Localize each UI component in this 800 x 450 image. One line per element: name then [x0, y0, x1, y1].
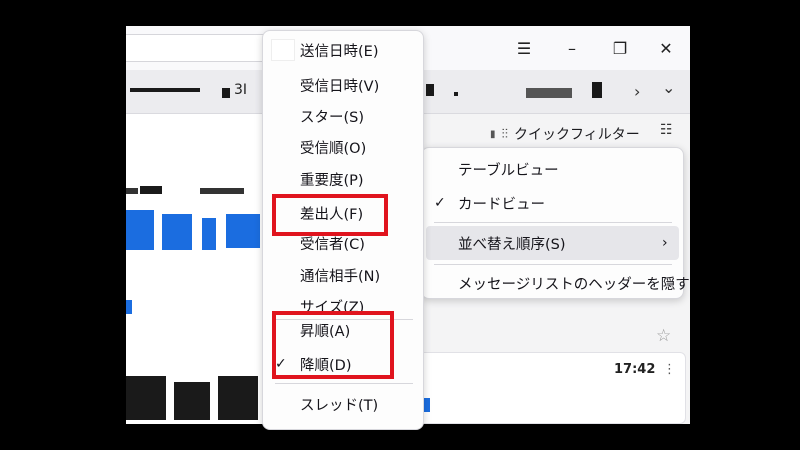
menu-item-sort-order[interactable]: 並べ替え順序(S) › [426, 226, 679, 260]
blurred-link [126, 300, 132, 314]
blurred-logo-text [126, 376, 166, 420]
list-options-icon[interactable]: ☷ [660, 122, 673, 138]
sort-by-priority[interactable]: 重要度(P) [263, 164, 423, 194]
menu-item-hide-list-header[interactable]: メッセージリストのヘッダーを隠す [422, 266, 690, 300]
check-icon: ✓ [434, 195, 446, 211]
card-more-icon[interactable]: ⋮ [663, 362, 676, 377]
blurred-sender [126, 188, 138, 194]
quick-filter-button[interactable]: ▮ ⫶⫶ クイックフィルター [490, 122, 640, 146]
sort-by-star[interactable]: スター(S) [263, 101, 423, 131]
quick-filter-label: クイックフィルター [514, 127, 640, 143]
grip-icon: ▮ [490, 128, 496, 140]
menu-separator [434, 264, 672, 265]
blurred-tab-text [130, 88, 200, 92]
menu-separator [434, 222, 672, 223]
blurred-logo [226, 214, 260, 248]
blurred-tab-text [526, 88, 572, 98]
blurred-logo [126, 210, 154, 250]
menu-separator [275, 383, 413, 384]
tab-label-fragment[interactable]: 3I [234, 82, 247, 98]
hamburger-icon[interactable]: ☰ [506, 34, 542, 62]
sort-by-received-date[interactable]: 受信日時(V) [263, 70, 423, 100]
sort-by-correspondents[interactable]: 通信相手(N) [263, 260, 423, 290]
tab-scroll-right-icon[interactable]: › [634, 82, 640, 101]
highlight-box-order [272, 311, 394, 379]
blurred-tab-text [592, 82, 602, 98]
filter-sliders-icon: ⫶⫶ [501, 126, 509, 142]
highlight-box-from [272, 194, 388, 236]
minimize-icon[interactable]: – [554, 34, 590, 62]
restore-icon[interactable]: ❐ [602, 34, 638, 62]
view-options-menu: テーブルビュー ✓ カードビュー 並べ替え順序(S) › メッセージリストのヘッ… [421, 147, 690, 300]
blurred-logo-text [174, 382, 210, 420]
message-preview-pane [126, 114, 266, 424]
close-icon[interactable]: ✕ [648, 34, 684, 62]
blurred-sender [140, 186, 162, 194]
chevron-right-icon: › [662, 235, 668, 251]
menu-item-table-view[interactable]: テーブルビュー [422, 152, 683, 186]
menu-item-card-view[interactable]: ✓ カードビュー [422, 186, 683, 220]
blurred-logo [162, 214, 192, 250]
blurred-address [200, 188, 244, 194]
star-icon[interactable]: ☆ [656, 326, 671, 346]
blurred-tab-text [222, 88, 230, 98]
blurred-logo-text [218, 376, 258, 420]
search-box[interactable] [126, 34, 278, 62]
sort-by-order-received[interactable]: 受信順(O) [263, 132, 423, 162]
blurred-logo [202, 218, 216, 250]
blurred-tab-text [426, 84, 434, 96]
sort-by-sent-date[interactable]: 送信日時(E) [263, 35, 423, 65]
sort-threaded[interactable]: スレッド(T) [263, 389, 423, 419]
blurred-tab-text [454, 92, 458, 96]
tab-list-all-icon[interactable]: ⌄ [662, 78, 675, 97]
card-time: 17:42 [614, 362, 656, 377]
